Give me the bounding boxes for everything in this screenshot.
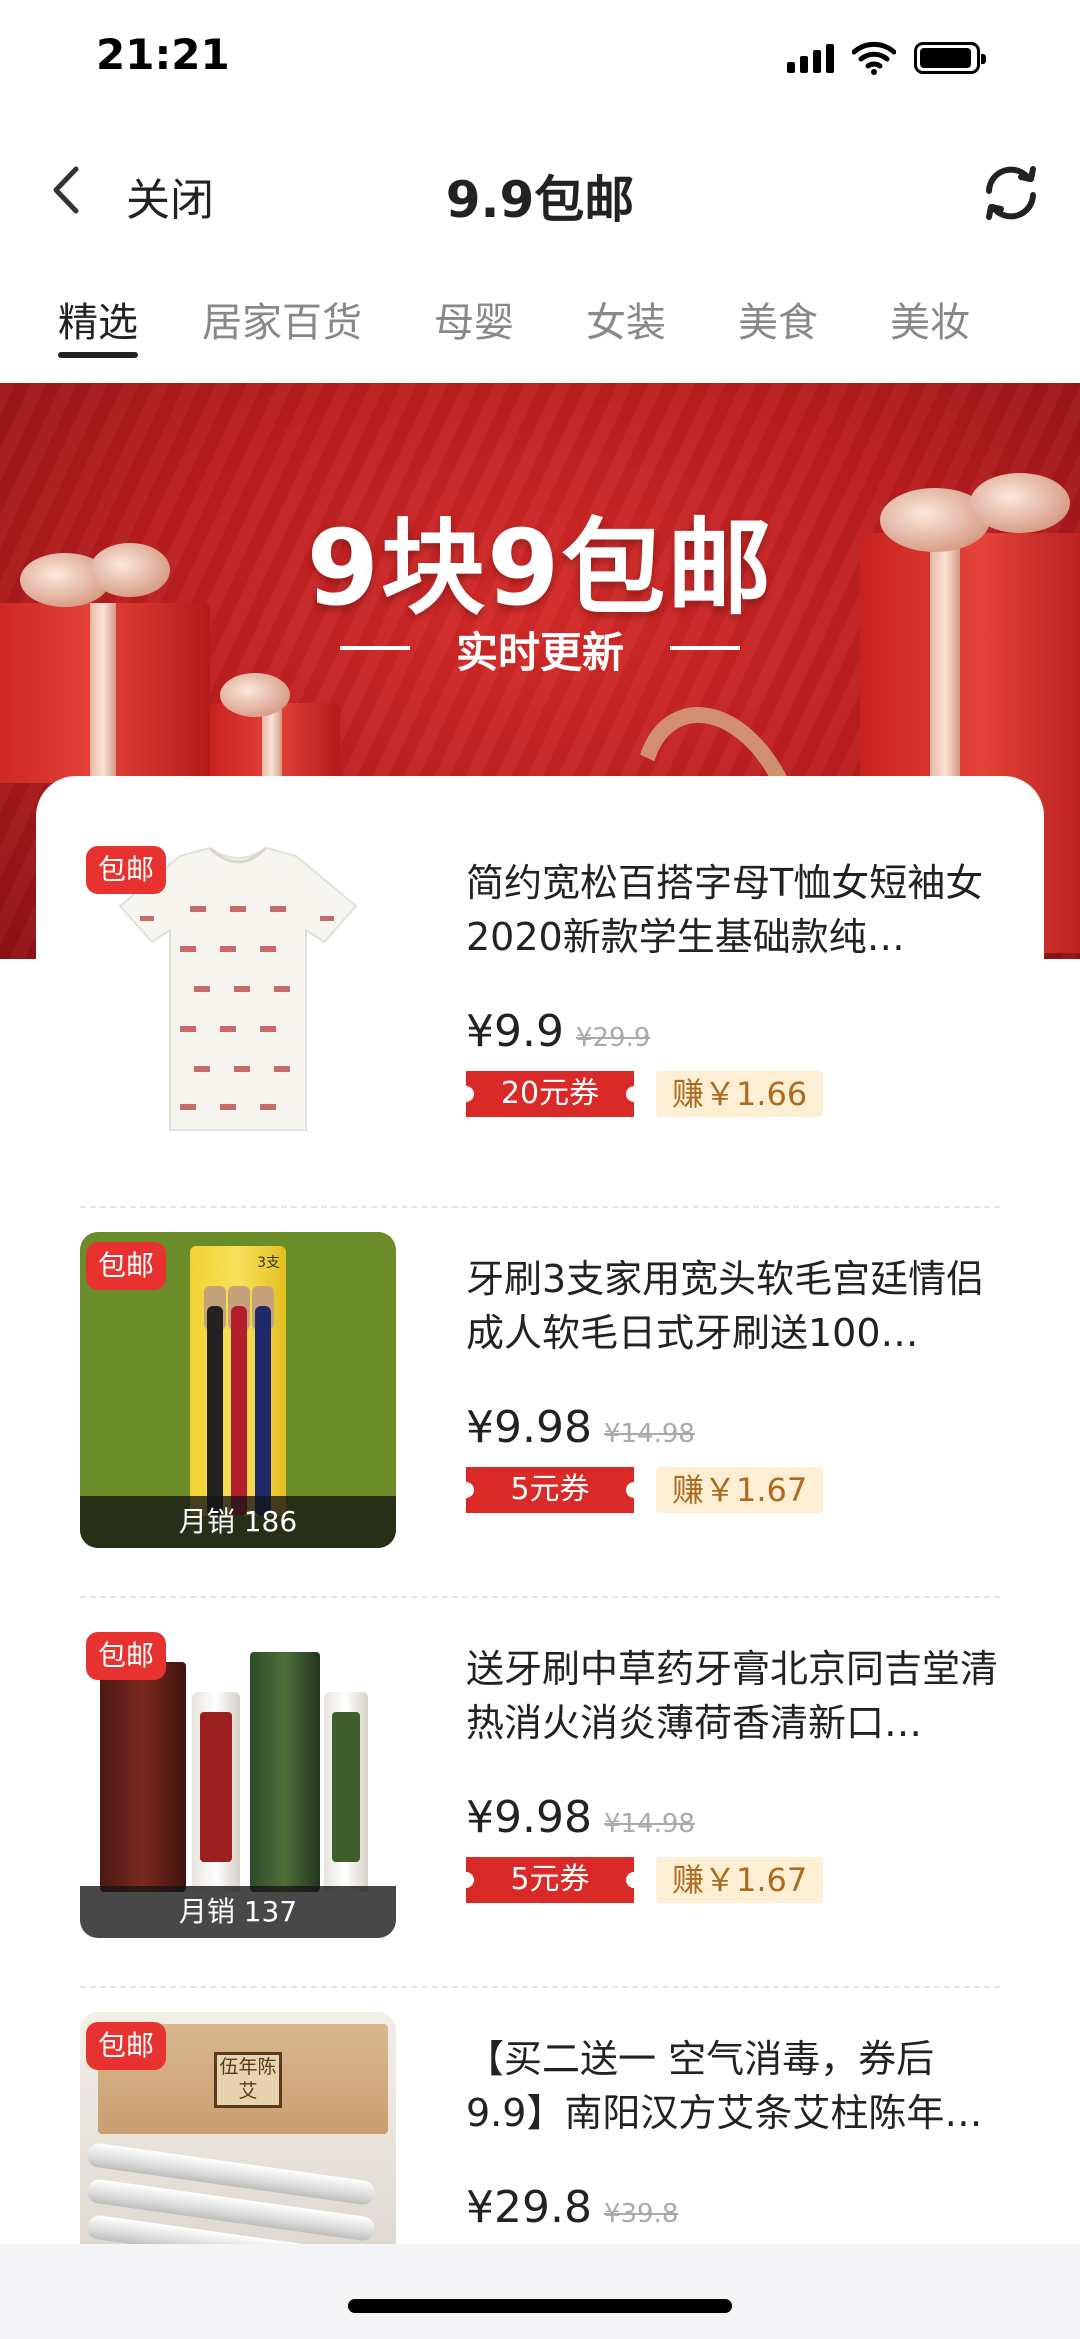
battery-level xyxy=(920,48,972,68)
tab-home-goods[interactable]: 居家百货 xyxy=(202,270,362,382)
price-row: ¥9.98 ¥14.98 xyxy=(466,1792,1006,1843)
category-tabs: 精选 居家百货 母婴 女装 美食 美妆 xyxy=(0,270,1080,382)
monthly-sales: 月销 186 xyxy=(80,1496,396,1548)
divider xyxy=(80,1986,1000,1988)
free-shipping-badge: 包邮 xyxy=(86,1632,167,1680)
tab-food[interactable]: 美食 xyxy=(738,270,818,382)
nav-bar: 关闭 9.9包邮 xyxy=(0,120,1080,260)
free-shipping-badge: 包邮 xyxy=(86,846,167,894)
status-bar: 21:21 xyxy=(0,0,1080,120)
product-image-toothpaste[interactable]: 包邮 月销 137 xyxy=(80,1622,396,1938)
product-info: 牙刷3支家用宽头软毛宫廷情侣成人软毛日式牙刷送100… ¥9.98 ¥14.98… xyxy=(458,1252,1006,1513)
product-image-moxa[interactable]: 伍年陈艾 包邮 xyxy=(80,2012,396,2246)
free-shipping-badge: 包邮 xyxy=(86,2022,167,2070)
coupon-tag[interactable]: 20元券 xyxy=(458,1071,642,1117)
battery-icon xyxy=(914,42,986,74)
original-price: ¥39.8 xyxy=(603,2199,679,2229)
refresh-button[interactable] xyxy=(976,158,1046,228)
price-row: ¥9.98 ¥14.98 xyxy=(466,1402,1006,1453)
free-shipping-badge: 包邮 xyxy=(86,1242,167,1290)
wifi-icon xyxy=(852,41,896,75)
toothpaste-tube-image xyxy=(324,1692,368,1892)
earn-tag: 赚￥1.67 xyxy=(656,1857,824,1903)
bottom-bar xyxy=(0,2244,1080,2339)
divider xyxy=(80,1596,1000,1598)
product-list: 包邮 简约宽松百搭字母T恤女短袖女2020新款学生基础款纯… ¥9.9 ¥29.… xyxy=(36,776,1044,2246)
product-price: ¥29.8 xyxy=(466,2182,592,2233)
earn-tag: 赚￥1.66 xyxy=(656,1071,824,1117)
product-price: ¥9.9 xyxy=(466,1006,564,1057)
product-info: 简约宽松百搭字母T恤女短袖女2020新款学生基础款纯… ¥9.9 ¥29.9 2… xyxy=(458,856,1006,1117)
product-item[interactable]: 包邮 月销 137 送牙刷中草药牙膏北京同吉堂清热消火消炎薄荷香清新口… ¥9.… xyxy=(80,1622,1000,2012)
tab-baby[interactable]: 母婴 xyxy=(434,270,514,382)
price-row: ¥9.9 ¥29.9 xyxy=(466,1006,1006,1057)
moxa-brand-label: 伍年陈艾 xyxy=(214,2052,282,2108)
original-price: ¥14.98 xyxy=(603,1809,695,1839)
product-price: ¥9.98 xyxy=(466,1402,592,1453)
product-price: ¥9.98 xyxy=(466,1792,592,1843)
product-image-tshirt[interactable]: 包邮 xyxy=(80,836,396,1152)
tab-beauty[interactable]: 美妆 xyxy=(890,270,970,382)
status-time: 21:21 xyxy=(96,30,230,79)
home-indicator[interactable] xyxy=(348,2299,732,2313)
divider xyxy=(80,1206,1000,1208)
toothpaste-tube-image xyxy=(192,1692,240,1892)
product-info: 送牙刷中草药牙膏北京同吉堂清热消火消炎薄荷香清新口… ¥9.98 ¥14.98 … xyxy=(458,1642,1006,1903)
product-title[interactable]: 送牙刷中草药牙膏北京同吉堂清热消火消炎薄荷香清新口… xyxy=(466,1642,1006,1750)
signal-icon xyxy=(787,43,834,73)
product-title[interactable]: 简约宽松百搭字母T恤女短袖女2020新款学生基础款纯… xyxy=(466,856,1006,964)
tag-row: 5元券 赚￥1.67 xyxy=(458,1467,1006,1513)
price-row: ¥29.8 ¥39.8 xyxy=(466,2182,1006,2233)
tag-row: 5元券 赚￥1.67 xyxy=(458,1857,1006,1903)
earn-tag: 赚￥1.67 xyxy=(656,1467,824,1513)
product-info: 【买二送一 空气消毒，券后9.9】南阳汉方艾条艾柱陈年… ¥29.8 ¥39.8 xyxy=(466,2032,1006,2233)
toothpaste-box-image xyxy=(100,1662,186,1892)
product-item[interactable]: 伍年陈艾 包邮 【买二送一 空气消毒，券后9.9】南阳汉方艾条艾柱陈年… ¥29… xyxy=(80,2012,1000,2246)
product-title[interactable]: 牙刷3支家用宽头软毛宫廷情侣成人软毛日式牙刷送100… xyxy=(466,1252,1006,1360)
tab-selected[interactable]: 精选 xyxy=(58,270,138,382)
banner-title: 9块9包邮 xyxy=(306,507,774,629)
original-price: ¥29.9 xyxy=(575,1023,651,1053)
status-icons xyxy=(787,38,986,78)
product-title[interactable]: 【买二送一 空气消毒，券后9.9】南阳汉方艾条艾柱陈年… xyxy=(466,2032,1006,2140)
monthly-sales: 月销 137 xyxy=(80,1886,396,1938)
product-item[interactable]: 3支 包邮 月销 186 牙刷3支家用宽头软毛宫廷情侣成人软毛日式牙刷送100…… xyxy=(80,1232,1000,1622)
page-title: 9.9包邮 xyxy=(445,171,635,229)
toothpaste-box-image xyxy=(250,1652,320,1892)
coupon-tag[interactable]: 5元券 xyxy=(458,1857,642,1903)
coupon-tag[interactable]: 5元券 xyxy=(458,1467,642,1513)
product-item[interactable]: 包邮 简约宽松百搭字母T恤女短袖女2020新款学生基础款纯… ¥9.9 ¥29.… xyxy=(80,836,1000,1226)
tag-row: 20元券 赚￥1.66 xyxy=(458,1071,1006,1117)
banner-subtitle: 实时更新 xyxy=(455,628,624,677)
banner-divider xyxy=(670,646,740,650)
refresh-icon xyxy=(986,166,1036,220)
product-image-toothbrush[interactable]: 3支 包邮 月销 186 xyxy=(80,1232,396,1548)
toothbrush-pack-image: 3支 xyxy=(190,1246,286,1516)
tab-women-clothing[interactable]: 女装 xyxy=(586,270,666,382)
original-price: ¥14.98 xyxy=(603,1419,695,1449)
